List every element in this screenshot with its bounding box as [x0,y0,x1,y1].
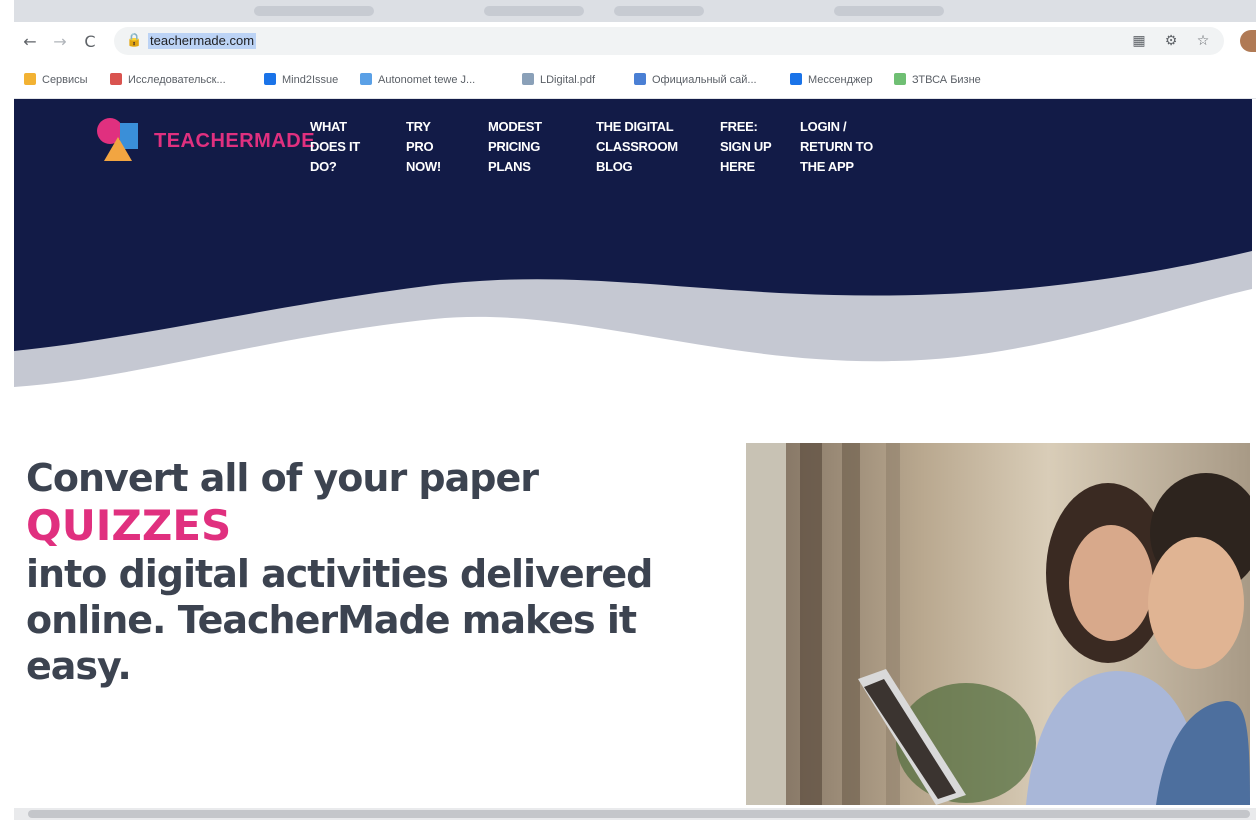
forward-button[interactable]: → [50,32,70,52]
hero-line-1: Convert all of your paper [26,456,539,500]
bookmark-item[interactable]: Мессенджер [790,72,873,88]
address-bar[interactable]: 🔒 teachermade.com [114,27,1224,55]
left-edge [0,0,14,838]
scrollbar-thumb[interactable] [28,810,1250,818]
site-logo[interactable]: TEACHERMADE [94,113,315,165]
reload-button[interactable]: C [80,32,100,52]
hero-line-4: online. TeacherMade makes it [26,598,637,642]
bookmark-icon [522,73,534,85]
bookmark-icon [110,73,122,85]
tab-placeholder[interactable] [254,6,374,16]
bookmark-icon [634,73,646,85]
site-header: TEACHERMADE WHAT DOES IT DO? TRY PRO NOW… [14,99,1252,399]
nav-login[interactable]: LOGIN / RETURN TO THE APP [800,117,873,177]
bookmark-item[interactable]: Autonomet tewe J... [360,72,475,88]
bookmark-item[interactable]: Сервисы [24,72,88,88]
bookmark-icon [264,73,276,85]
translate-icon[interactable]: ▦ [1130,32,1148,50]
hero-heading: Convert all of your paper QUIZZES into d… [26,455,716,689]
logo-mark-icon [97,118,138,161]
bookmark-item[interactable]: Mind2Issue [264,72,338,88]
hero-photo [746,443,1250,805]
nav-pricing-plans[interactable]: MODEST PRICING PLANS [488,117,542,177]
bookmark-item[interactable]: Исследовательск... [110,72,226,88]
nav-digital-classroom-blog[interactable]: THE DIGITAL CLASSROOM BLOG [596,117,678,177]
bookmarks-bar: Сервисы Исследовательск... Mind2Issue Au… [14,62,1256,99]
nav-free-sign-up[interactable]: FREE: SIGN UP HERE [720,117,772,177]
extension-icon[interactable]: ⚙ [1162,32,1180,50]
tab-strip [14,0,1256,22]
bookmark-icon [360,73,372,85]
horizontal-scrollbar[interactable] [14,808,1256,820]
browser-toolbar: ← → C 🔒 teachermade.com ▦ ⚙ ☆ [14,22,1256,62]
logo-text: TEACHERMADE [154,130,316,152]
bookmark-icon [894,73,906,85]
apps-icon [24,73,36,85]
bookmark-icon [790,73,802,85]
hero-accent: QUIZZES [26,501,232,550]
hero-line-5: easy. [26,644,132,688]
tab-placeholder[interactable] [614,6,704,16]
profile-avatar[interactable] [1240,30,1256,52]
nav-try-pro-now[interactable]: TRY PRO NOW! [406,117,441,177]
bookmark-item[interactable]: LDigital.pdf [522,72,595,88]
star-icon[interactable]: ☆ [1194,32,1212,50]
lock-icon[interactable]: 🔒 [126,33,142,48]
tab-placeholder[interactable] [484,6,584,16]
url-text[interactable]: teachermade.com [148,33,257,49]
back-button[interactable]: ← [20,32,40,52]
hero-line-3: into digital activities delivered [26,552,653,596]
teacher-student-photo [746,443,1250,805]
tab-placeholder[interactable] [834,6,944,16]
bookmark-item[interactable]: Официальный сай... [634,72,757,88]
bookmark-item[interactable]: ЗТВСА Бизне [894,72,981,88]
nav-what-does-it-do[interactable]: WHAT DOES IT DO? [310,117,360,177]
